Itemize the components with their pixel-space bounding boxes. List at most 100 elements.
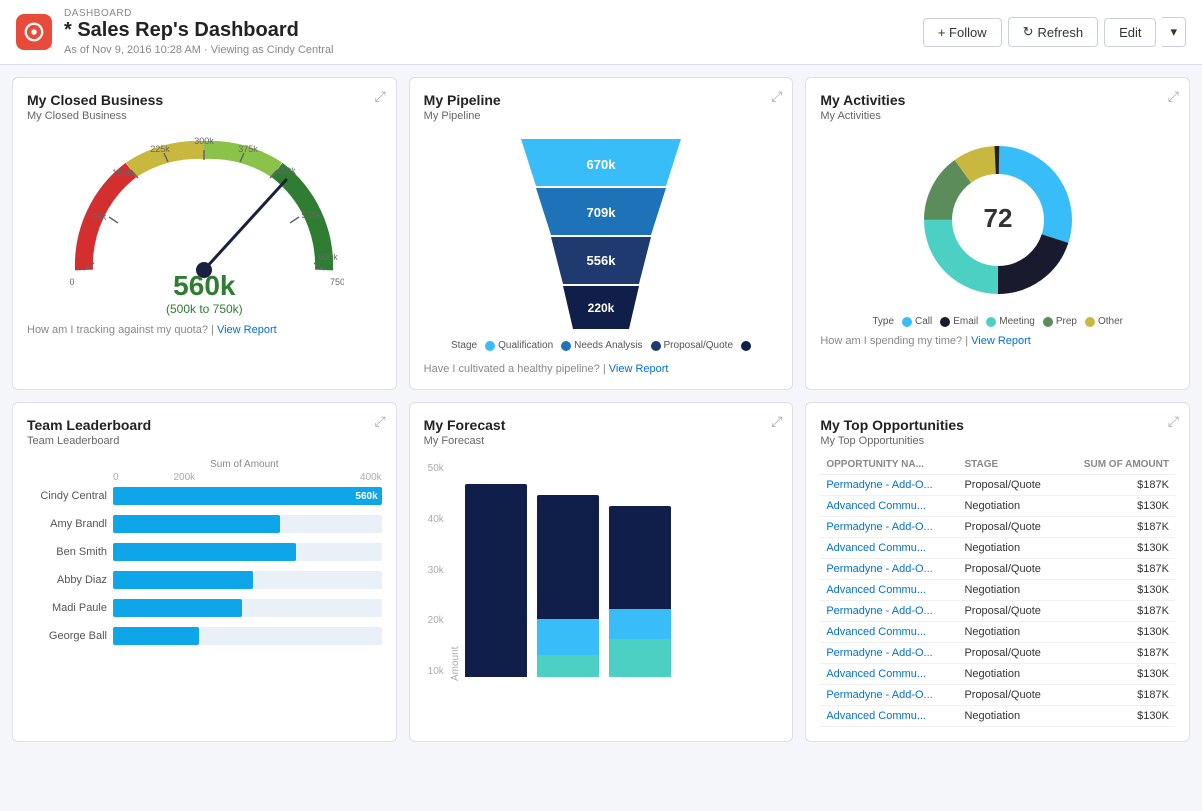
bar-row-abby: Abby Diaz	[27, 571, 382, 589]
opp-name[interactable]: Advanced Commu...	[820, 496, 958, 517]
forecast-title: My Forecast	[424, 417, 779, 433]
legend-qualification: Qualification	[485, 340, 553, 351]
leaderboard-expand-icon[interactable]: ⤢	[374, 413, 385, 430]
opp-name[interactable]: Advanced Commu...	[820, 664, 958, 685]
header-left: DASHBOARD * Sales Rep's Dashboard As of …	[16, 8, 333, 56]
edit-button[interactable]: Edit	[1104, 18, 1156, 47]
bar-axis: 0 200k 400k	[113, 472, 382, 483]
pipeline-subtitle: My Pipeline	[424, 110, 779, 122]
expand-icon[interactable]: ⤢	[374, 88, 385, 105]
forecast-bars	[465, 463, 775, 681]
table-row: Advanced Commu... Negotiation $130K	[820, 538, 1175, 559]
opportunities-table-container[interactable]: OPPORTUNITY NA... STAGE SUM OF AMOUNT Pe…	[820, 455, 1175, 727]
forecast-subtitle: My Forecast	[424, 435, 779, 447]
opp-name[interactable]: Permadyne - Add-O...	[820, 517, 958, 538]
table-row: Advanced Commu... Negotiation $130K	[820, 664, 1175, 685]
opp-amount: $130K	[1062, 538, 1175, 559]
legend-needs-analysis: Needs Analysis	[561, 340, 642, 351]
pipeline-legend: Stage Qualification Needs Analysis Propo…	[451, 340, 751, 351]
bar-fill-george	[113, 627, 199, 645]
leaderboard-subtitle: Team Leaderboard	[27, 435, 382, 447]
opp-name[interactable]: Permadyne - Add-O...	[820, 643, 958, 664]
view-report-link[interactable]: View Report	[217, 324, 277, 336]
dashboard-grid: My Closed Business My Closed Business ⤢	[0, 65, 1202, 754]
legend-other-stage	[741, 341, 751, 351]
bar-row-ben: Ben Smith	[27, 543, 382, 561]
bar-track-cindy: 560k	[113, 487, 382, 505]
opp-name[interactable]: Permadyne - Add-O...	[820, 559, 958, 580]
bar-fill-madi	[113, 599, 242, 617]
opp-amount: $130K	[1062, 706, 1175, 727]
forecast-col-3	[609, 463, 671, 677]
opp-amount: $130K	[1062, 664, 1175, 685]
closed-business-card: My Closed Business My Closed Business ⤢	[12, 77, 397, 390]
bar-row-madi: Madi Paule	[27, 599, 382, 617]
pipeline-view-report-link[interactable]: View Report	[609, 363, 669, 375]
opp-name[interactable]: Permadyne - Add-O...	[820, 601, 958, 622]
bar-name-george: George Ball	[27, 630, 107, 642]
donut-svg: 72	[898, 130, 1098, 310]
table-row: Permadyne - Add-O... Proposal/Quote $187…	[820, 475, 1175, 496]
svg-text:150k: 150k	[113, 168, 133, 178]
legend-proposal-quote-label: Proposal/Quote	[664, 340, 734, 351]
svg-text:670k: 670k	[587, 157, 617, 172]
top-opportunities-expand-icon[interactable]: ⤢	[1168, 413, 1179, 430]
opp-name[interactable]: Advanced Commu...	[820, 538, 958, 559]
opp-name[interactable]: Advanced Commu...	[820, 622, 958, 643]
pipeline-expand-icon[interactable]: ⤢	[771, 88, 782, 105]
dashboard-subtitle: As of Nov 9, 2016 10:28 AM · Viewing as …	[64, 44, 333, 56]
activities-subtitle: My Activities	[820, 110, 1175, 122]
pipeline-footer-text: Have I cultivated a healthy pipeline? |	[424, 363, 606, 375]
opp-stage: Proposal/Quote	[958, 559, 1061, 580]
opportunities-table: OPPORTUNITY NA... STAGE SUM OF AMOUNT Pe…	[820, 455, 1175, 727]
legend-proposal-quote: Proposal/Quote	[651, 340, 734, 351]
bar-row-amy: Amy Brandl	[27, 515, 382, 533]
svg-text:709k: 709k	[587, 205, 617, 220]
header: DASHBOARD * Sales Rep's Dashboard As of …	[0, 0, 1202, 65]
opp-name[interactable]: Permadyne - Add-O...	[820, 685, 958, 706]
activities-footer: How am I spending my time? | View Report	[820, 335, 1175, 347]
table-row: Advanced Commu... Negotiation $130K	[820, 496, 1175, 517]
axis-label: Sum of Amount	[107, 459, 382, 470]
donut-chart: 72 Type Call Email Meeting Prep	[820, 130, 1175, 327]
svg-text:375k: 375k	[239, 144, 259, 154]
svg-text:750k: 750k	[330, 277, 344, 287]
closed-business-subtitle: My Closed Business	[27, 110, 382, 122]
svg-text:75k: 75k	[92, 212, 107, 222]
leaderboard-title: Team Leaderboard	[27, 417, 382, 433]
logo	[16, 14, 52, 50]
bar-row-cindy: Cindy Central 560k	[27, 487, 382, 505]
funnel-svg: 670k 709k 556k 220k	[491, 134, 711, 334]
opp-name[interactable]: Permadyne - Add-O...	[820, 475, 958, 496]
forecast-bar-1	[465, 484, 527, 677]
funnel-chart: 670k 709k 556k 220k Stage Qualification	[424, 130, 779, 355]
legend-email: Email	[940, 316, 978, 327]
bar-track-abby	[113, 571, 382, 589]
forecast-bar-3	[609, 506, 671, 677]
leaderboard-card: Team Leaderboard Team Leaderboard ⤢ Sum …	[12, 402, 397, 742]
opp-stage: Proposal/Quote	[958, 643, 1061, 664]
activities-legend: Type Call Email Meeting Prep	[872, 316, 1123, 327]
forecast-expand-icon[interactable]: ⤢	[771, 413, 782, 430]
activities-expand-icon[interactable]: ⤢	[1168, 88, 1179, 105]
follow-button[interactable]: + Follow	[923, 18, 1002, 47]
bar-row-george: George Ball	[27, 627, 382, 645]
table-row: Advanced Commu... Negotiation $130K	[820, 580, 1175, 601]
activities-view-report-link[interactable]: View Report	[971, 335, 1031, 347]
dropdown-button[interactable]: ▾	[1162, 17, 1186, 47]
opp-name[interactable]: Advanced Commu...	[820, 580, 958, 601]
refresh-button[interactable]: ↻ Refresh	[1008, 17, 1098, 47]
table-row: Permadyne - Add-O... Proposal/Quote $187…	[820, 685, 1175, 706]
forecast-col-1	[465, 463, 527, 677]
bar-fill-ben	[113, 543, 296, 561]
opp-name[interactable]: Advanced Commu...	[820, 706, 958, 727]
svg-text:220k: 220k	[588, 301, 615, 315]
legend-meeting: Meeting	[986, 316, 1035, 327]
svg-text:72: 72	[983, 203, 1012, 233]
svg-text:300k: 300k	[195, 136, 215, 146]
legend-prep: Prep	[1043, 316, 1077, 327]
col-header-stage: STAGE	[958, 455, 1061, 475]
legend-other: Other	[1085, 316, 1123, 327]
svg-text:556k: 556k	[587, 253, 617, 268]
opp-stage: Negotiation	[958, 496, 1061, 517]
